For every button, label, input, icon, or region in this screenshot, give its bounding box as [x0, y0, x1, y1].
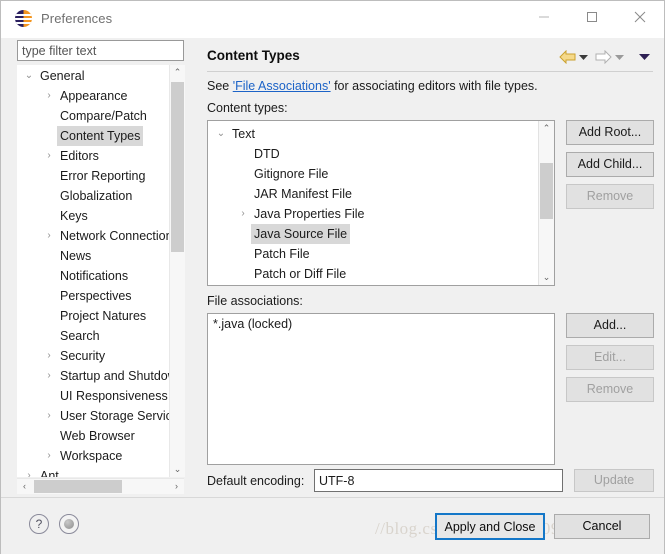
- sidebar-item-label: Workspace: [60, 449, 123, 463]
- arrow-left-icon: [559, 49, 576, 65]
- window-title: Preferences: [41, 11, 113, 26]
- sidebar-item-label: Keys: [60, 209, 88, 223]
- forward-button[interactable]: [595, 49, 612, 68]
- minimize-button[interactable]: [521, 1, 567, 33]
- scrollbar-thumb[interactable]: [171, 82, 184, 252]
- sidebar-item-label: Appearance: [60, 89, 128, 103]
- description-suffix: for associating editors with file types.: [330, 79, 538, 93]
- close-button[interactable]: [617, 1, 663, 33]
- sidebar-vertical-scrollbar[interactable]: ⌃ ⌄: [169, 65, 185, 477]
- sidebar-item-label: Search: [60, 329, 100, 343]
- file-associations-list[interactable]: *.java (locked): [207, 313, 555, 465]
- sidebar-item-label: Content Types: [57, 126, 144, 146]
- scroll-up-icon[interactable]: ⌃: [170, 65, 185, 80]
- sidebar-horizontal-scrollbar[interactable]: ‹ ›: [17, 478, 184, 494]
- page-menu-button[interactable]: [639, 50, 650, 68]
- sidebar-item-label: UI Responsiveness Monitoring: [60, 389, 184, 403]
- cancel-button[interactable]: Cancel: [554, 514, 650, 539]
- back-dropdown-button[interactable]: [579, 50, 588, 68]
- sidebar-item-label: General: [40, 69, 85, 83]
- eclipse-icon: [15, 10, 32, 27]
- sidebar-item-label: Startup and Shutdown: [60, 369, 184, 383]
- description-prefix: See: [207, 79, 233, 93]
- add-association-button[interactable]: Add...: [566, 313, 654, 338]
- chevron-right-icon[interactable]: ›: [23, 466, 35, 477]
- chevron-right-icon[interactable]: ›: [43, 346, 55, 366]
- preferences-dialog: Preferences ⌄ General › Appearance Compare/P…: [0, 0, 665, 554]
- chevron-down-icon: [579, 55, 588, 60]
- apply-and-close-button[interactable]: Apply and Close: [435, 513, 545, 540]
- question-mark-icon[interactable]: ?: [29, 514, 49, 534]
- sidebar-item-label: Notifications: [60, 269, 129, 283]
- sidebar-item-label: Globalization: [60, 189, 133, 203]
- add-child-button[interactable]: Add Child...: [566, 152, 654, 177]
- sidebar-item-label: News: [60, 249, 92, 263]
- chevron-right-icon[interactable]: ›: [43, 226, 55, 246]
- scroll-down-icon[interactable]: ⌄: [539, 270, 554, 285]
- file-associations-link[interactable]: 'File Associations': [233, 79, 331, 93]
- content-type-label: Patch or Diff File: [254, 267, 347, 281]
- remove-association-button: Remove: [566, 377, 654, 402]
- chevron-down-icon: [639, 54, 650, 60]
- content-types-scrollbar[interactable]: ⌃ ⌄: [538, 121, 554, 285]
- chevron-right-icon[interactable]: ›: [236, 204, 250, 224]
- page-description: See 'File Associations' for associating …: [207, 79, 538, 93]
- sidebar-item-label: Perspectives: [60, 289, 132, 303]
- preferences-tree[interactable]: ⌄ General › Appearance Compare/Patch Content …: [17, 65, 184, 477]
- scrollbar-thumb[interactable]: [540, 163, 553, 219]
- title-bar: Preferences: [1, 1, 664, 38]
- chevron-right-icon[interactable]: ›: [43, 86, 55, 106]
- sidebar-item-label: Ant: [40, 469, 59, 477]
- content-type-label: Gitignore File: [254, 167, 329, 181]
- content-type-label: Java Source File: [251, 224, 351, 244]
- edit-association-button: Edit...: [566, 345, 654, 370]
- chevron-down-icon: [615, 55, 624, 60]
- maximize-button[interactable]: [569, 1, 615, 33]
- content-type-label: Text: [232, 127, 255, 141]
- content-types-page: Content Types See 'File Associations' fo…: [195, 38, 664, 497]
- chevron-down-icon[interactable]: ⌄: [214, 124, 228, 144]
- chevron-down-icon[interactable]: ⌄: [23, 66, 35, 86]
- scroll-right-icon[interactable]: ›: [169, 479, 184, 494]
- sidebar-item-label: Network Connections: [60, 229, 179, 243]
- sidebar-item-label: User Storage Service: [60, 409, 179, 423]
- page-title: Content Types: [207, 48, 300, 63]
- file-associations-label: File associations:: [207, 294, 303, 308]
- sidebar-item-label: Security: [60, 349, 106, 363]
- scroll-up-icon[interactable]: ⌃: [539, 121, 554, 136]
- remove-content-type-button: Remove: [566, 184, 654, 209]
- content-type-label: Java Properties File: [254, 207, 365, 221]
- chevron-right-icon[interactable]: ›: [43, 146, 55, 166]
- chevron-right-icon[interactable]: ›: [43, 366, 55, 386]
- restore-defaults-icon[interactable]: [59, 514, 79, 534]
- content-types-tree[interactable]: ⌄ Text DTD Gitignore File JAR Manifest File ›…: [207, 120, 555, 286]
- back-button[interactable]: [559, 49, 576, 68]
- update-encoding-button: Update: [574, 469, 654, 492]
- scrollbar-thumb[interactable]: [34, 480, 122, 493]
- sidebar-item-label: Web Browser: [60, 429, 135, 443]
- list-item[interactable]: *.java (locked): [213, 317, 292, 331]
- sidebar-item-label: Compare/Patch: [60, 109, 147, 123]
- forward-dropdown-button[interactable]: [615, 50, 624, 68]
- sidebar-item-label: Project Natures: [60, 309, 147, 323]
- default-encoding-input[interactable]: [314, 469, 563, 492]
- title-separator: [207, 71, 653, 72]
- sidebar-item-label: Editors: [60, 149, 99, 163]
- content-type-label: JAR Manifest File: [254, 187, 352, 201]
- content-types-label: Content types:: [207, 101, 288, 115]
- scroll-down-icon[interactable]: ⌄: [170, 462, 185, 477]
- filter-input[interactable]: [17, 40, 184, 61]
- chevron-right-icon[interactable]: ›: [43, 446, 55, 466]
- content-type-label: Patch File: [254, 247, 310, 261]
- chevron-right-icon[interactable]: ›: [43, 406, 55, 426]
- sidebar-item-label: Error Reporting: [60, 169, 146, 183]
- scroll-left-icon[interactable]: ‹: [17, 479, 32, 494]
- arrow-right-icon: [595, 49, 612, 65]
- default-encoding-label: Default encoding:: [207, 474, 305, 488]
- add-root-button[interactable]: Add Root...: [566, 120, 654, 145]
- content-type-label: DTD: [254, 147, 280, 161]
